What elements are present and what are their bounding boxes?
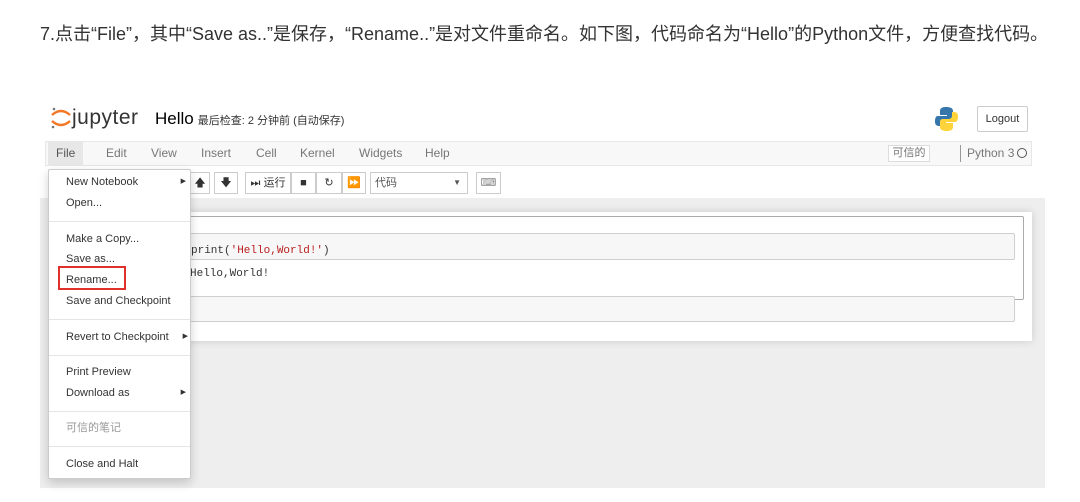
menu-view[interactable]: View xyxy=(143,142,185,165)
caret-right-icon: ▶ xyxy=(180,178,186,185)
fast-forward-icon: ⏩ xyxy=(347,177,361,189)
divider xyxy=(49,355,190,356)
keyboard-icon: ⌨ xyxy=(480,177,497,189)
arrow-up-icon: 🡅 xyxy=(194,177,206,189)
notebook-container: print('Hello,World!') Hello,World! xyxy=(165,212,1032,341)
restart-icon: ↻ xyxy=(324,177,334,189)
divider xyxy=(49,411,190,412)
menu-kernel[interactable]: Kernel xyxy=(292,142,343,165)
empty-code-cell[interactable] xyxy=(180,296,1015,322)
code-text: print('Hello,World!') xyxy=(191,245,330,257)
code-cell-input[interactable]: print('Hello,World!') xyxy=(180,233,1015,260)
menu-bar: File Edit View Insert Cell Kernel Widget… xyxy=(45,141,1032,166)
file-menu-dropdown: New Notebook ▶ Open... Make a Copy... Sav… xyxy=(48,169,191,479)
checkpoint-status: 最后检查: 2 分钟前 (自动保存) xyxy=(197,115,345,127)
menu-new-notebook[interactable]: New Notebook ▶ xyxy=(66,174,186,190)
command-palette-button[interactable]: ⌨ xyxy=(476,172,501,194)
menu-widgets[interactable]: Widgets xyxy=(351,142,410,165)
move-up-button[interactable]: 🡅 xyxy=(190,172,210,194)
restart-button[interactable]: ↻ xyxy=(316,172,342,194)
cell-type-select[interactable]: 代码 ▼ xyxy=(370,172,468,194)
menu-revert-checkpoint[interactable]: Revert to Checkpoint ▶ xyxy=(66,329,188,345)
divider xyxy=(49,221,190,222)
rename-highlight-box xyxy=(58,266,126,290)
caret-right-icon: ▶ xyxy=(180,389,186,396)
move-down-button[interactable]: 🡇 xyxy=(214,172,238,194)
menu-save-checkpoint[interactable]: Save and Checkpoint xyxy=(66,293,171,309)
kernel-name: Python 3 xyxy=(960,145,1014,162)
python-logo-icon xyxy=(935,107,958,131)
interrupt-button[interactable]: ■ xyxy=(291,172,316,194)
divider xyxy=(49,446,190,447)
menu-print-preview[interactable]: Print Preview xyxy=(66,364,131,380)
instruction-paragraph: 7.点击“File”，其中“Save as..”是保存，“Rename..”是对… xyxy=(40,24,1049,44)
logout-button[interactable]: Logout xyxy=(977,106,1028,132)
menu-trusted-notebook: 可信的笔记 xyxy=(66,422,121,434)
stop-icon: ■ xyxy=(300,177,307,189)
step-forward-icon: ⏭ xyxy=(250,177,261,189)
menu-edit[interactable]: Edit xyxy=(98,142,135,165)
menu-open[interactable]: Open... xyxy=(66,195,102,211)
run-label: 运行 xyxy=(263,177,286,189)
arrow-down-icon: 🡇 xyxy=(220,177,232,189)
cell-type-value: 代码 xyxy=(375,177,397,189)
run-button[interactable]: ⏭ 运行 xyxy=(245,172,291,194)
menu-file[interactable]: File xyxy=(48,142,84,165)
menu-close-halt[interactable]: Close and Halt xyxy=(66,456,138,472)
restart-run-all-button[interactable]: ⏩ xyxy=(342,172,366,194)
menu-save-as[interactable]: Save as... xyxy=(66,251,115,267)
divider xyxy=(49,319,190,320)
menu-help[interactable]: Help xyxy=(417,142,458,165)
menu-make-copy[interactable]: Make a Copy... xyxy=(66,231,139,247)
jupyter-logo-text: jupyter xyxy=(72,106,139,129)
menu-download-as[interactable]: Download as ▶ xyxy=(66,385,186,401)
cell-output: Hello,World! xyxy=(190,268,270,280)
notebook-name[interactable]: Hello xyxy=(155,109,194,128)
kernel-status-icon xyxy=(1017,148,1027,158)
menu-insert[interactable]: Insert xyxy=(193,142,239,165)
chevron-down-icon: ▼ xyxy=(453,178,461,187)
menu-cell[interactable]: Cell xyxy=(248,142,285,165)
notebook-title[interactable]: Hello 最后检查: 2 分钟前 (自动保存) xyxy=(155,109,344,129)
jupyter-logo-icon xyxy=(51,107,71,129)
caret-right-icon: ▶ xyxy=(182,333,188,340)
trusted-indicator[interactable]: 可信的 xyxy=(888,145,930,162)
